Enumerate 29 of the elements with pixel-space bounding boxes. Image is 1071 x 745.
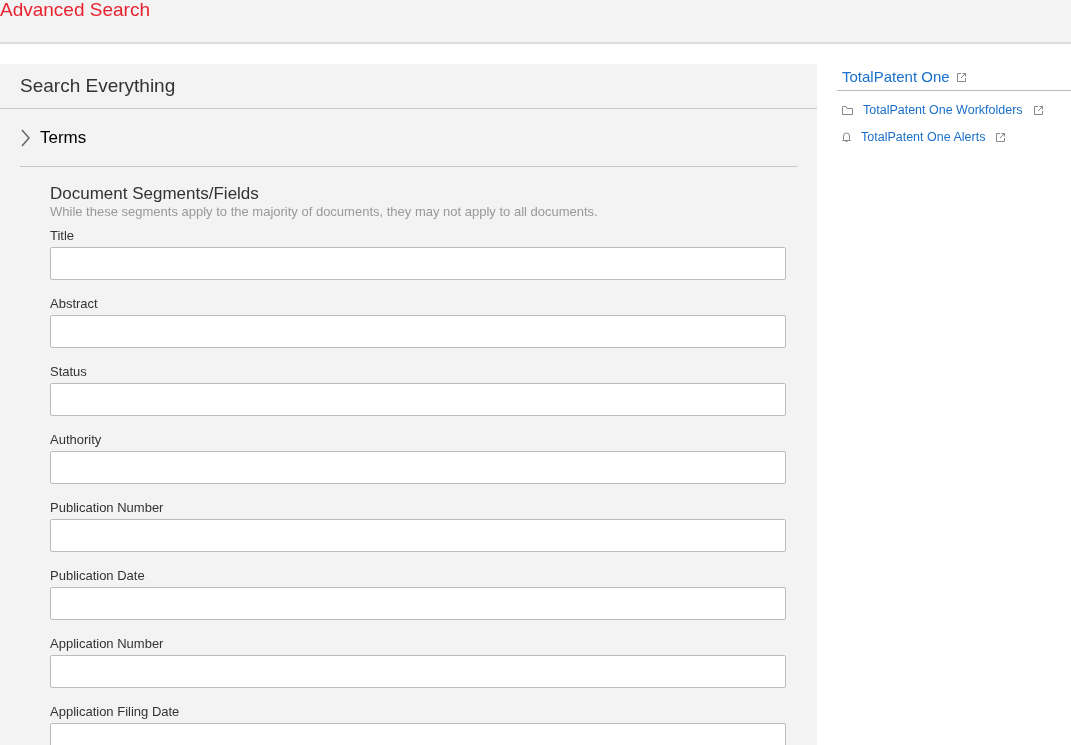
external-link-icon [995,131,1007,143]
section-title: Document Segments/Fields [50,184,259,204]
page-title: Advanced Search [0,0,150,20]
field-label: Publication Date [50,568,145,584]
bell-icon [842,132,851,143]
external-link-icon [955,71,967,83]
input-field[interactable] [50,519,786,552]
field-label: Application Filing Date [50,704,180,720]
input-field[interactable] [50,315,786,348]
field-label: Status [50,364,87,380]
field-label: Abstract [50,296,98,312]
terms-toggle[interactable]: Terms [20,124,87,151]
field-label: Title [50,228,75,244]
input-field[interactable] [50,587,786,620]
sidebar-title-link[interactable]: TotalPatent One [842,65,950,89]
folder-icon [842,105,853,115]
sidebar-link[interactable]: TotalPatent One Alerts [861,127,986,147]
field-label: Authority [50,432,102,448]
input-field[interactable] [50,383,786,416]
input-field[interactable] [50,247,786,280]
external-link-icon [1032,104,1044,116]
input-field[interactable] [50,451,786,484]
field-label: Publication Number [50,500,164,516]
input-field[interactable] [50,655,786,688]
section-note: While these segments apply to the majority of documents, they may not apply to all documents. [50,204,598,220]
chevron-icon [20,128,30,147]
field-label: Application Number [50,636,164,652]
panel-title: Search Everything [20,73,176,98]
sidebar-link[interactable]: TotalPatent One Workfolders [863,101,1023,120]
